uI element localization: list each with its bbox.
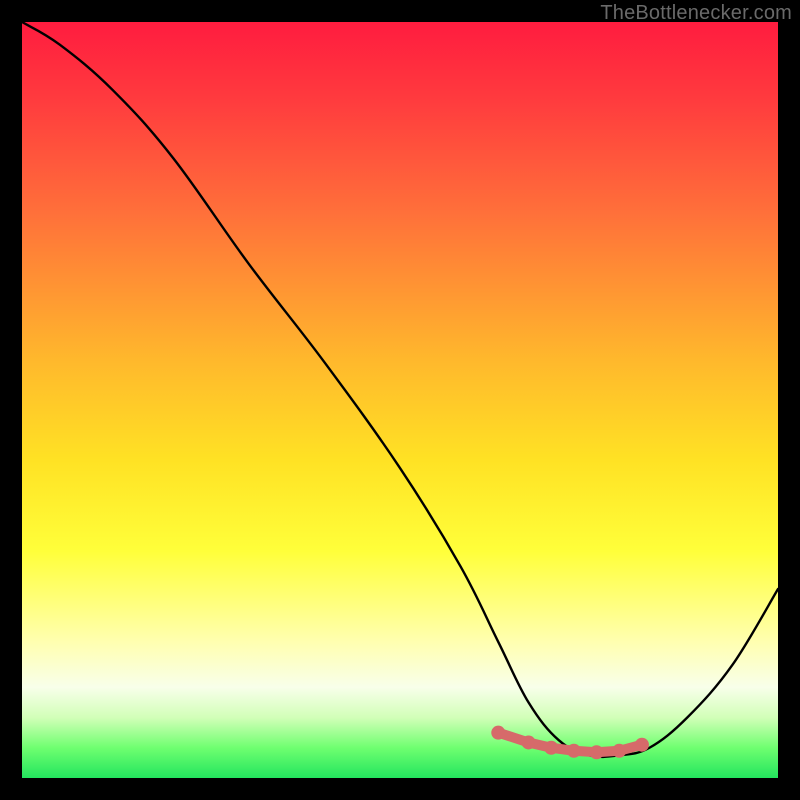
chart-svg <box>22 22 778 778</box>
plot-area <box>22 22 778 778</box>
optimal-zone-dot <box>612 744 626 758</box>
optimal-zone-dot <box>590 745 604 759</box>
optimal-zone-dot <box>522 735 536 749</box>
optimal-zone-dot <box>567 744 581 758</box>
optimal-zone-dot <box>491 726 505 740</box>
optimal-zone-dot <box>635 738 649 752</box>
chart-frame: TheBottlenecker.com <box>0 0 800 800</box>
optimal-zone-dot <box>544 741 558 755</box>
bottleneck-curve <box>22 22 778 757</box>
optimal-zone-markers <box>491 726 649 760</box>
